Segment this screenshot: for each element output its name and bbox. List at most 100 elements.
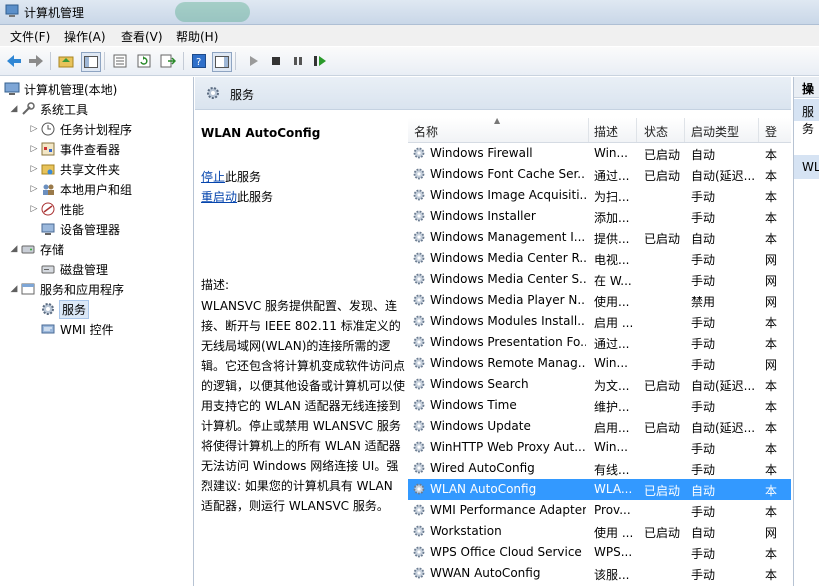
service-row[interactable]: Windows Installer 添加... 手动 本 bbox=[408, 206, 791, 227]
description-label: 描述: bbox=[201, 278, 230, 292]
window-title: 计算机管理 bbox=[24, 6, 85, 20]
menu-view[interactable]: 查看(V) bbox=[121, 28, 163, 45]
restart-service-link[interactable]: 重启动 bbox=[201, 190, 237, 204]
service-row[interactable]: Windows Image Acquisiti... 为扫... 手动 本 bbox=[408, 185, 791, 206]
tree-label: WMI 控件 bbox=[60, 322, 114, 337]
list-header: 名称 ▲ 描述 状态 启动类型 登 bbox=[408, 118, 791, 143]
column-divider[interactable] bbox=[684, 118, 685, 142]
column-header-desc[interactable]: 描述 bbox=[594, 123, 618, 140]
collapsed-arrow-icon[interactable]: ▷ bbox=[28, 184, 40, 194]
service-row[interactable]: WMI Performance Adapter Prov... 手动 本 bbox=[408, 500, 791, 521]
service-row[interactable]: WPS Office Cloud Service WPS... 手动 本 bbox=[408, 542, 791, 563]
service-row[interactable]: Workstation 使用 ... 已启动 自动 网 bbox=[408, 521, 791, 542]
back-arrow-icon[interactable] bbox=[5, 52, 23, 70]
toolbar-separator bbox=[50, 52, 51, 70]
description-text: WLANSVC 服务提供配置、发现、连接、断开与 IEEE 802.11 标准定… bbox=[201, 299, 406, 513]
collapsed-arrow-icon[interactable]: ▷ bbox=[28, 124, 40, 134]
service-name-cell: Wired AutoConfig bbox=[430, 461, 535, 475]
collapsed-arrow-icon[interactable]: ▷ bbox=[28, 164, 40, 174]
service-startup-cell: 手动 bbox=[691, 442, 716, 456]
tree-item-services-apps[interactable]: ◢ 服务和应用程序 bbox=[8, 279, 124, 299]
show-hide-tree-icon[interactable] bbox=[81, 52, 101, 72]
service-desc-cell: 为扫... bbox=[594, 190, 630, 204]
tree-label: 系统工具 bbox=[40, 102, 89, 117]
expanded-arrow-icon[interactable]: ◢ bbox=[8, 284, 20, 294]
wmi-control-icon bbox=[40, 321, 56, 337]
expanded-arrow-icon[interactable]: ◢ bbox=[8, 104, 20, 114]
pause-service-icon[interactable] bbox=[289, 52, 307, 70]
forward-arrow-icon[interactable] bbox=[27, 52, 45, 70]
service-row[interactable]: Windows Update 启用... 已启动 自动(延迟... 本 bbox=[408, 416, 791, 437]
service-logon-cell: 本 bbox=[765, 547, 778, 561]
actions-section-wlan[interactable]: WLAN bbox=[794, 155, 819, 179]
column-divider[interactable] bbox=[636, 118, 637, 142]
stop-service-link[interactable]: 停止 bbox=[201, 170, 225, 184]
menu-help[interactable]: 帮助(H) bbox=[176, 28, 218, 45]
collapsed-arrow-icon[interactable]: ▷ bbox=[28, 144, 40, 154]
service-row[interactable]: Windows Time 维护... 手动 本 bbox=[408, 395, 791, 416]
start-service-icon[interactable] bbox=[245, 52, 263, 70]
help-icon[interactable]: ? bbox=[190, 52, 208, 70]
menu-bar: 文件(F) 操作(A) 查看(V) 帮助(H) bbox=[0, 25, 819, 46]
restart-service-suffix: 此服务 bbox=[237, 190, 274, 204]
export-list-icon[interactable] bbox=[159, 52, 177, 70]
service-row[interactable]: Windows Media Center S... 在 W... 手动 网 bbox=[408, 269, 791, 290]
service-startup-cell: 手动 bbox=[691, 358, 716, 372]
tree-item-task-scheduler[interactable]: ▷ 任务计划程序 bbox=[28, 119, 132, 139]
service-row[interactable]: Windows Search 为文... 已启动 自动(延迟... 本 bbox=[408, 374, 791, 395]
tree-item-wmi[interactable]: WMI 控件 bbox=[40, 319, 114, 339]
service-name-cell: WWAN AutoConfig bbox=[430, 566, 541, 580]
tree-item-root[interactable]: 计算机管理(本地) bbox=[4, 79, 117, 99]
column-divider[interactable] bbox=[758, 118, 759, 142]
column-header-startup[interactable]: 启动类型 bbox=[691, 123, 739, 140]
service-status-cell: 已启动 bbox=[644, 169, 681, 183]
actions-section-services[interactable]: 服务 bbox=[794, 99, 819, 136]
service-logon-cell: 本 bbox=[765, 568, 778, 582]
column-divider[interactable] bbox=[588, 118, 589, 142]
stop-service-icon[interactable] bbox=[267, 52, 285, 70]
refresh-icon[interactable] bbox=[135, 52, 153, 70]
restart-service-icon[interactable] bbox=[311, 52, 329, 70]
service-row[interactable]: Wired AutoConfig 有线... 手动 本 bbox=[408, 458, 791, 479]
actions-pane: 操作 服务 WLAN bbox=[793, 77, 819, 586]
menu-action[interactable]: 操作(A) bbox=[64, 28, 106, 45]
expanded-arrow-icon[interactable]: ◢ bbox=[8, 244, 20, 254]
tree-item-services[interactable]: 服务 bbox=[40, 299, 90, 319]
service-row[interactable]: Windows Media Player N... 使用... 禁用 网 bbox=[408, 290, 791, 311]
collapsed-arrow-icon[interactable]: ▷ bbox=[28, 204, 40, 214]
service-name-cell: Windows Remote Manag... bbox=[430, 356, 586, 370]
service-row[interactable]: Windows Presentation Fo... 通过... 手动 本 bbox=[408, 332, 791, 353]
service-row[interactable]: Windows Firewall Win... 已启动 自动 本 bbox=[408, 143, 791, 164]
service-row[interactable]: Windows Remote Manag... Win... 手动 网 bbox=[408, 353, 791, 374]
tree-item-performance[interactable]: ▷ 性能 bbox=[28, 199, 84, 219]
service-row[interactable]: Windows Modules Install... 启用 ... 手动 本 bbox=[408, 311, 791, 332]
tree-item-system-tools[interactable]: ◢ 系统工具 bbox=[8, 99, 88, 119]
service-logon-cell: 网 bbox=[765, 253, 778, 267]
service-logon-cell: 本 bbox=[765, 337, 778, 351]
column-header-status[interactable]: 状态 bbox=[644, 123, 668, 140]
tree-item-shared-folders[interactable]: ▷ 共享文件夹 bbox=[28, 159, 120, 179]
menu-file[interactable]: 文件(F) bbox=[10, 28, 50, 45]
column-header-name[interactable]: 名称 bbox=[414, 123, 438, 140]
up-folder-icon[interactable] bbox=[57, 52, 75, 70]
service-row[interactable]: Windows Font Cache Ser... 通过... 已启动 自动(延迟..… bbox=[408, 164, 791, 185]
tree-item-storage[interactable]: ◢ 存储 bbox=[8, 239, 64, 259]
service-row[interactable]: Windows Management I... 提供... 已启动 自动 本 bbox=[408, 227, 791, 248]
service-row[interactable]: WWAN AutoConfig 该服... 手动 本 bbox=[408, 563, 791, 584]
tree-item-local-users[interactable]: ▷ 本地用户和组 bbox=[28, 179, 132, 199]
tree-item-disk-management[interactable]: 磁盘管理 bbox=[40, 259, 108, 279]
shared-folder-icon bbox=[40, 161, 56, 177]
service-startup-cell: 禁用 bbox=[691, 295, 716, 309]
service-name-cell: Windows Update bbox=[430, 419, 531, 433]
service-row[interactable]: Windows Media Center R... 电视... 手动 网 bbox=[408, 248, 791, 269]
column-header-logon[interactable]: 登 bbox=[765, 123, 777, 140]
tree-item-device-manager[interactable]: 设备管理器 bbox=[40, 219, 120, 239]
service-row[interactable]: WLAN AutoConfig WLA... 已启动 自动 本 bbox=[408, 479, 791, 500]
service-name-cell: Windows Installer bbox=[430, 209, 536, 223]
tree-label: 存储 bbox=[40, 242, 65, 257]
service-row[interactable]: WinHTTP Web Proxy Aut... Win... 手动 本 bbox=[408, 437, 791, 458]
tree-item-event-viewer[interactable]: ▷ 事件查看器 bbox=[28, 139, 120, 159]
properties-icon[interactable] bbox=[111, 52, 129, 70]
service-status-cell: 已启动 bbox=[644, 421, 681, 435]
show-action-pane-icon[interactable] bbox=[212, 52, 232, 72]
